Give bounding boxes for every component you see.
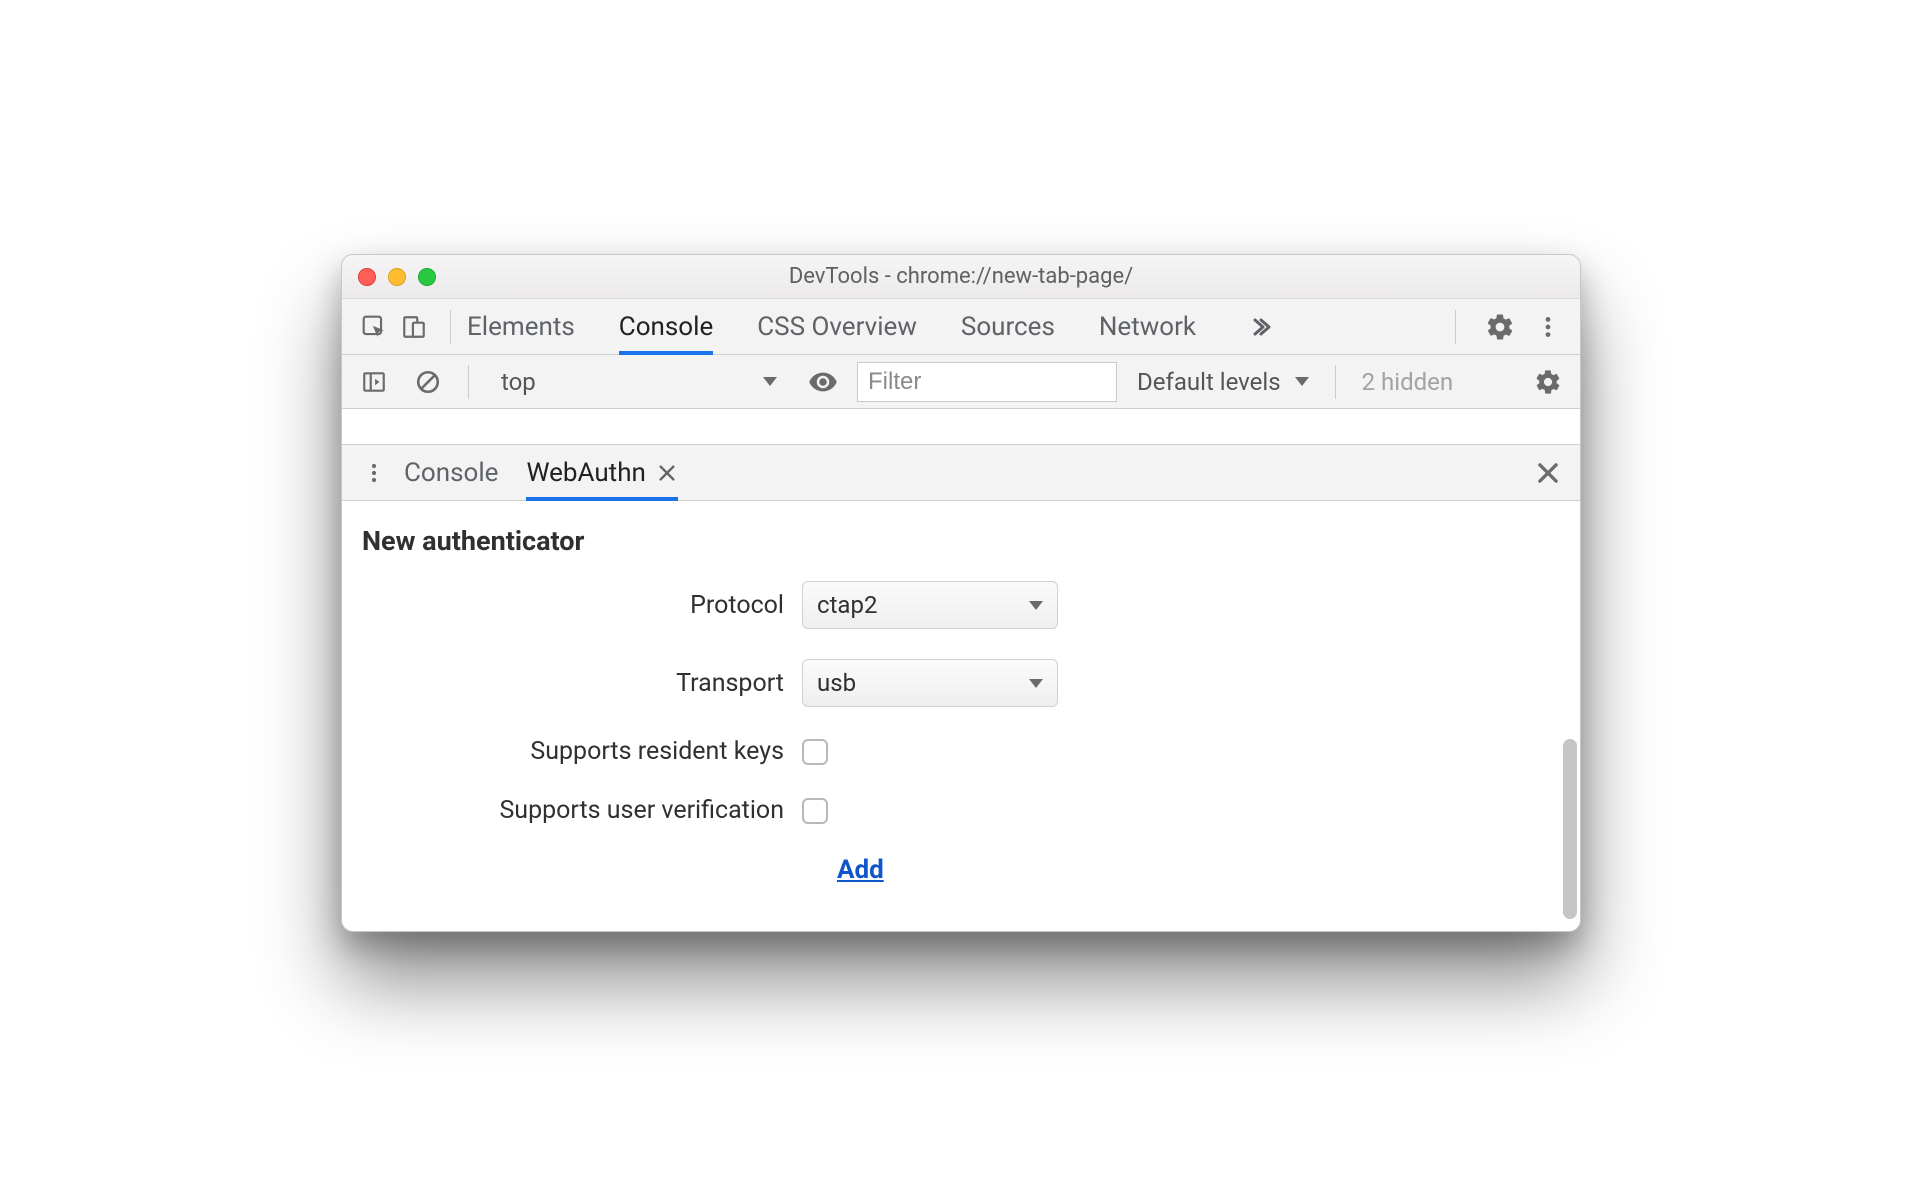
filter-input[interactable] <box>857 362 1117 402</box>
user-verification-label: Supports user verification <box>462 796 802 825</box>
protocol-value: ctap2 <box>817 591 877 619</box>
close-drawer-icon[interactable] <box>1528 453 1568 493</box>
drawer-tabs: Console WebAuthn <box>404 445 678 501</box>
execution-context-select[interactable]: top <box>489 362 789 402</box>
separator <box>1455 310 1456 344</box>
live-expression-icon[interactable] <box>803 362 843 402</box>
add-row: Add <box>362 855 1560 885</box>
sidebar-toggle-icon[interactable] <box>354 362 394 402</box>
transport-label: Transport <box>462 669 802 698</box>
chevron-down-icon <box>763 377 777 386</box>
drawer-tabstrip: Console WebAuthn <box>342 445 1580 501</box>
scrollbar[interactable] <box>1560 513 1580 919</box>
user-verification-row: Supports user verification <box>362 796 1560 825</box>
separator <box>1335 365 1336 399</box>
titlebar: DevTools - chrome://new-tab-page/ <box>342 255 1580 299</box>
user-verification-checkbox[interactable] <box>802 798 828 824</box>
drawer-tab-webauthn[interactable]: WebAuthn <box>526 445 677 501</box>
protocol-select[interactable]: ctap2 <box>802 581 1058 629</box>
section-title: New authenticator <box>362 525 1560 557</box>
console-settings-gear-icon[interactable] <box>1528 362 1568 402</box>
tab-console[interactable]: Console <box>619 299 713 355</box>
execution-context-value: top <box>501 368 536 396</box>
tab-sources[interactable]: Sources <box>961 299 1055 355</box>
protocol-row: Protocol ctap2 <box>362 581 1560 629</box>
traffic-lights <box>342 268 436 286</box>
protocol-label: Protocol <box>462 591 802 620</box>
zoom-window-button[interactable] <box>418 268 436 286</box>
transport-value: usb <box>817 669 856 697</box>
settings-gear-icon[interactable] <box>1480 307 1520 347</box>
webauthn-panel: New authenticator Protocol ctap2 Transpo… <box>342 501 1580 931</box>
inspect-element-icon[interactable] <box>354 307 394 347</box>
close-window-button[interactable] <box>358 268 376 286</box>
device-toolbar-icon[interactable] <box>394 307 434 347</box>
log-levels-select[interactable]: Default levels <box>1131 368 1315 396</box>
new-authenticator-form: Protocol ctap2 Transport usb <box>362 581 1560 885</box>
drawer-tab-label: WebAuthn <box>526 458 645 488</box>
scrollbar-thumb[interactable] <box>1563 739 1577 919</box>
console-output <box>342 409 1580 445</box>
kebab-menu-icon[interactable] <box>1528 307 1568 347</box>
drawer-kebab-menu-icon[interactable] <box>354 453 394 493</box>
main-tabs: Elements Console CSS Overview Sources Ne… <box>467 299 1439 355</box>
resident-keys-row: Supports resident keys <box>362 737 1560 766</box>
chevron-down-icon <box>1029 679 1043 688</box>
transport-row: Transport usb <box>362 659 1560 707</box>
console-toolbar: top Default levels 2 hidden <box>342 355 1580 409</box>
devtools-window: DevTools - chrome://new-tab-page/ Elemen… <box>341 254 1581 932</box>
drawer-tab-label: Console <box>404 458 498 488</box>
minimize-window-button[interactable] <box>388 268 406 286</box>
more-tabs-icon[interactable] <box>1240 307 1280 347</box>
resident-keys-checkbox[interactable] <box>802 739 828 765</box>
chevron-down-icon <box>1029 601 1043 610</box>
separator <box>468 365 469 399</box>
main-tabstrip: Elements Console CSS Overview Sources Ne… <box>342 299 1580 355</box>
clear-console-icon[interactable] <box>408 362 448 402</box>
drawer-tab-console[interactable]: Console <box>404 445 498 501</box>
chevron-down-icon <box>1295 377 1309 386</box>
transport-select[interactable]: usb <box>802 659 1058 707</box>
tab-css-overview[interactable]: CSS Overview <box>757 299 917 355</box>
add-button[interactable]: Add <box>837 855 884 885</box>
tabstrip-right <box>1439 307 1568 347</box>
separator <box>450 310 451 344</box>
close-tab-icon[interactable] <box>656 462 678 484</box>
tab-network[interactable]: Network <box>1099 299 1196 355</box>
log-levels-label: Default levels <box>1137 368 1281 396</box>
hidden-messages-count[interactable]: 2 hidden <box>1356 368 1460 396</box>
resident-keys-label: Supports resident keys <box>462 737 802 766</box>
tab-elements[interactable]: Elements <box>467 299 575 355</box>
window-title: DevTools - chrome://new-tab-page/ <box>342 264 1580 289</box>
